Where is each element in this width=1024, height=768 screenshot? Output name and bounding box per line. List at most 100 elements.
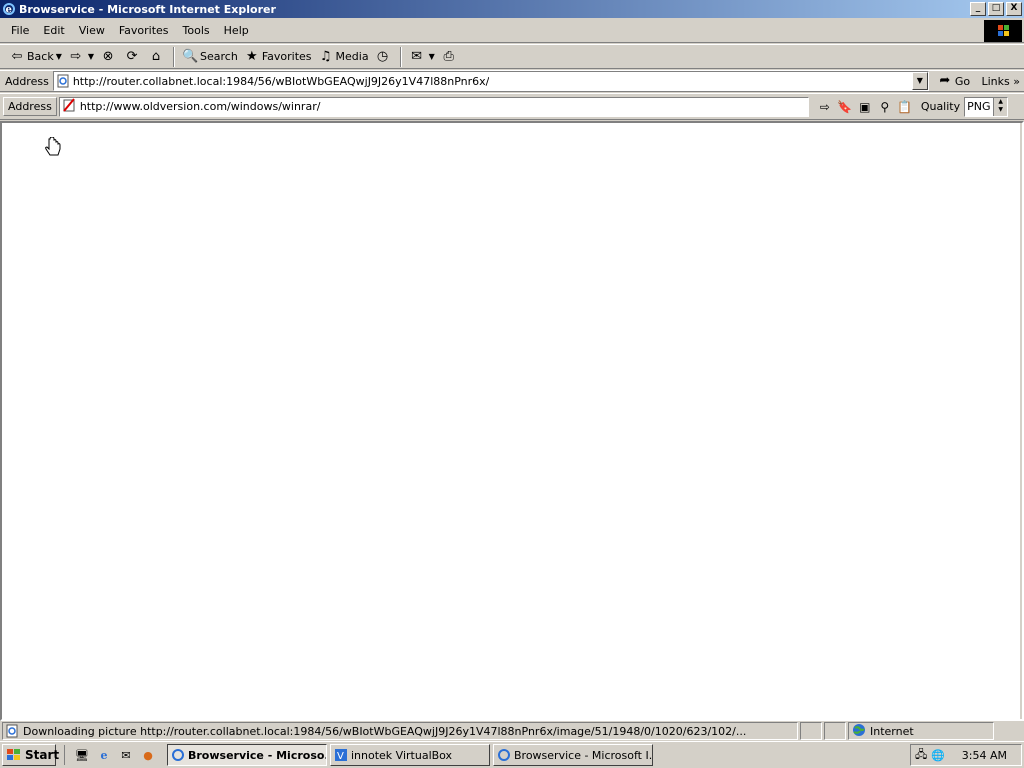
taskbar-button-virtualbox[interactable]: V innotek VirtualBox [330,744,490,766]
standard-toolbar: ⇦ Back ▼ ⇨ ▼ ⊗ ⟳ ⌂ 🔍 Search ★ Favorites … [0,44,1024,69]
stop-icon: ⊗ [102,48,114,64]
address-url: http://router.collabnet.local:1984/56/wB… [72,74,490,88]
quick-launch: 🖥 e ✉ ● [64,745,159,765]
bookmark-icon[interactable]: 🔖 [835,97,855,117]
save-icon[interactable]: ▣ [855,97,875,117]
favorites-icon: ★ [246,48,258,64]
back-button[interactable]: ⇦ Back ▼ [6,46,65,67]
go-arrow-icon: ➦ [939,73,951,88]
address-dropdown-icon[interactable]: ▼ [911,72,928,90]
show-desktop-icon[interactable]: 🖥 [71,745,93,765]
browservice-address-input[interactable]: http://www.oldversion.com/windows/winrar… [58,96,809,117]
chevron-down-icon[interactable]: ▼ [429,52,435,61]
media-label: Media [335,50,369,63]
maximize-button[interactable]: □ [988,2,1004,16]
zone-label: Internet [870,724,914,738]
refresh-icon: ⟳ [126,48,138,64]
windows-logo-icon [984,20,1022,42]
network-icon[interactable]: 🖧 [915,746,927,765]
page-icon [56,74,70,88]
hand-cursor-icon [43,136,63,161]
forward-arrow-icon: ⇨ [70,48,82,64]
start-button[interactable]: Start [2,744,60,766]
go-button[interactable]: ➦ Go [937,73,970,89]
taskbar-button-browservice-2[interactable]: Browservice - Microsoft I... [493,744,653,766]
links-button[interactable]: Links » [982,75,1021,88]
svg-text:V: V [337,751,344,762]
links-label: Links [981,74,1010,88]
address-input[interactable]: http://router.collabnet.local:1984/56/wB… [52,71,929,91]
quality-select[interactable]: PNG ▲ ▼ [964,96,1009,117]
menu-file[interactable]: File [4,24,36,37]
address-bar: Address http://router.collabnet.local:19… [0,70,1024,92]
page-loading-icon [5,724,19,738]
home-icon: ⌂ [151,48,161,64]
menu-tools[interactable]: Tools [176,24,217,37]
task-label: Browservice - Microsoft I... [514,748,653,762]
quality-spinner-icon[interactable]: ▲ ▼ [993,97,1008,116]
status-bar: Downloading picture http://router.collab… [0,721,1024,741]
minimize-button[interactable]: _ [970,2,986,16]
mail-button[interactable]: ✉ ▼ [406,46,438,67]
forward-button[interactable]: ⇨ ▼ [65,46,97,67]
media-player-icon[interactable]: ● [137,745,159,765]
chevron-down-icon[interactable]: ▼ [88,52,94,61]
chevron-down-icon[interactable]: ▼ [56,52,62,61]
search-button[interactable]: 🔍 Search [179,46,241,67]
clipboard-icon[interactable]: 📋 [895,97,915,117]
media-button[interactable]: ♫ Media [315,46,372,67]
taskbar-button-browservice-1[interactable]: Browservice - Microso... [167,744,327,766]
print-button[interactable]: ⎙ [438,46,462,67]
close-button[interactable]: X [1006,2,1022,16]
window-title: Browservice - Microsoft Internet Explore… [19,2,276,16]
search-label: Search [200,50,238,63]
mail-icon: ✉ [411,48,423,64]
menu-favorites[interactable]: Favorites [112,24,176,37]
menu-view[interactable]: View [72,24,112,37]
ie-quicklaunch-icon[interactable]: e [93,745,115,765]
taskbar: Start 🖥 e ✉ ● Browservice - Microso... V… [0,741,1024,768]
task-label: Browservice - Microso... [188,748,327,762]
zone-pane: Internet [848,722,994,740]
print-icon: ⎙ [443,48,454,64]
virtualbox-icon: V [334,748,348,762]
status-text: Downloading picture http://router.collab… [23,724,747,738]
globe-icon [852,723,866,740]
ie-page-icon [171,748,185,762]
home-button[interactable]: ⌂ [145,46,169,67]
quality-value: PNG [967,100,991,113]
ie-logo-icon: e [2,2,16,16]
content-edge [1020,123,1022,719]
menu-edit[interactable]: Edit [36,24,71,37]
browservice-address-label: Address [3,97,57,116]
toolbar-divider [399,46,402,67]
update-icon[interactable]: 🌐 [931,749,945,762]
title-bar: e Browservice - Microsoft Internet Explo… [0,0,1024,18]
menu-help[interactable]: Help [217,24,256,37]
search-icon: 🔍 [182,48,199,64]
system-tray: 🖧 🌐 3:54 AM [910,744,1022,766]
favorites-label: Favorites [261,50,312,63]
svg-text:e: e [6,5,12,16]
status-pane [800,722,822,740]
clock[interactable]: 3:54 AM [962,749,1007,762]
menu-bar: File Edit View Favorites Tools Help [0,19,1024,43]
outlook-express-icon[interactable]: ✉ [115,745,137,765]
go-arrow-icon[interactable]: ⇨ [815,97,835,117]
history-button[interactable]: ◷ [372,46,396,67]
back-label: Back [27,50,54,63]
media-icon: ♫ [319,48,332,64]
task-label: innotek VirtualBox [351,748,453,762]
start-label: Start [25,748,60,762]
stop-button[interactable]: ⊗ [97,46,121,67]
browservice-url: http://www.oldversion.com/windows/winrar… [79,100,321,113]
address-label: Address [5,74,49,88]
refresh-button[interactable]: ⟳ [121,46,145,67]
status-pane [824,722,846,740]
find-icon[interactable]: ⚲ [875,97,895,117]
page-content[interactable] [0,121,1024,721]
back-arrow-icon: ⇦ [11,48,23,64]
quality-label: Quality [920,100,961,113]
status-text-pane: Downloading picture http://router.collab… [2,722,798,740]
favorites-button[interactable]: ★ Favorites [241,46,315,67]
